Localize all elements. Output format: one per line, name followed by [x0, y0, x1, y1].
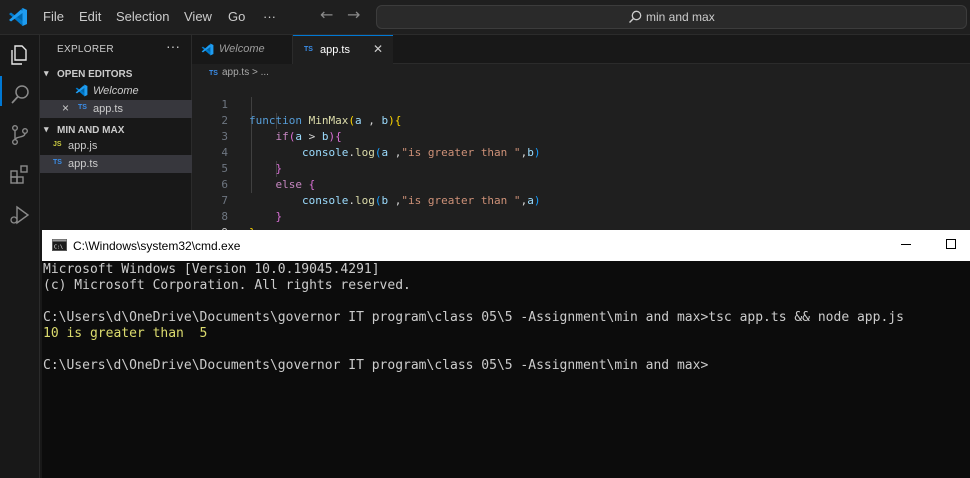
ts-file-icon: TS: [209, 70, 218, 77]
menu-more-icon[interactable]: ···: [263, 9, 276, 24]
menu-view[interactable]: View: [184, 9, 212, 24]
maximize-icon[interactable]: [944, 237, 958, 251]
search-view-icon[interactable]: [8, 83, 32, 107]
activity-bar: [0, 35, 40, 478]
menu-edit[interactable]: Edit: [79, 9, 101, 24]
console-line: C:\Users\d\OneDrive\Documents\governor I…: [43, 310, 904, 325]
open-editors-label: OPEN EDITORS: [57, 69, 133, 80]
more-actions-icon[interactable]: ···: [166, 38, 180, 54]
minimize-icon[interactable]: [899, 237, 913, 251]
editor-tabs: Welcome TS app.ts ✕: [192, 35, 970, 64]
open-editor-app-ts[interactable]: × TS app.ts: [40, 100, 192, 118]
code-line: 7 }: [192, 177, 970, 223]
code-line: 8 }: [192, 193, 970, 239]
menu-go[interactable]: Go: [228, 9, 245, 24]
open-editor-label: Welcome: [93, 85, 139, 97]
search-text: min and max: [646, 10, 715, 24]
open-editor-welcome[interactable]: Welcome: [40, 82, 192, 100]
vscode-icon: [201, 43, 214, 56]
file-app-ts[interactable]: TS app.ts: [40, 155, 192, 173]
extensions-icon[interactable]: [8, 163, 32, 187]
cmd-icon: C:\: [52, 239, 67, 251]
breadcrumb-separator: > ...: [249, 67, 269, 78]
menu-file[interactable]: File: [43, 9, 64, 24]
file-app-js[interactable]: JS app.js: [40, 137, 192, 155]
tab-welcome[interactable]: Welcome: [192, 35, 293, 64]
source-control-icon[interactable]: [8, 123, 32, 147]
ts-file-icon: TS: [78, 104, 87, 111]
vscode-icon: [75, 84, 88, 97]
console-line: (c) Microsoft Corporation. All rights re…: [43, 278, 411, 293]
tab-app-ts[interactable]: TS app.ts ✕: [293, 35, 393, 64]
ts-file-icon: TS: [53, 159, 62, 166]
svg-text:C:\: C:\: [54, 245, 63, 251]
back-arrow-icon[interactable]: ←: [320, 5, 333, 24]
command-center-search[interactable]: min and max: [376, 5, 967, 29]
menu-selection[interactable]: Selection: [116, 9, 169, 24]
cmd-window[interactable]: C:\ C:\Windows\system32\cmd.exe Microsof…: [42, 230, 970, 478]
chevron-down-icon: ▾: [44, 68, 49, 78]
cmd-title-bar[interactable]: C:\ C:\Windows\system32\cmd.exe: [42, 230, 970, 261]
tab-label: app.ts: [320, 44, 350, 56]
code-line: 6 console.log(b ,"is greater than ",a): [192, 161, 970, 207]
js-file-icon: JS: [53, 141, 62, 148]
close-icon[interactable]: ×: [62, 101, 69, 115]
folder-label: MIN AND MAX: [57, 125, 125, 136]
code-line: 5 else {: [192, 145, 970, 191]
explorer-title: EXPLORER: [57, 44, 114, 55]
code-editor[interactable]: TS app.ts > ... 1 function MinMax(a , b){…: [192, 64, 970, 255]
code-line: 1 function MinMax(a , b){: [192, 81, 970, 127]
file-label: app.js: [68, 140, 98, 152]
close-icon[interactable]: ✕: [373, 42, 383, 56]
code-line: 2 if(a > b){: [192, 97, 970, 143]
ts-file-icon: TS: [304, 46, 313, 53]
file-label: app.ts: [68, 158, 98, 170]
console-line: 10 is greater than 5: [43, 326, 208, 341]
tab-label: Welcome: [219, 43, 265, 55]
explorer-icon[interactable]: [8, 43, 32, 67]
code-line: 3 console.log(a ,"is greater than ",b): [192, 113, 970, 159]
console-prompt[interactable]: C:\Users\d\OneDrive\Documents\governor I…: [43, 358, 708, 374]
open-editor-label: app.ts: [93, 103, 123, 115]
vscode-logo-icon: [9, 8, 27, 26]
forward-arrow-icon[interactable]: →: [347, 5, 360, 24]
run-debug-icon[interactable]: [8, 203, 32, 227]
title-bar: File Edit Selection View Go ··· ← → min …: [0, 0, 970, 35]
chevron-down-icon: ▾: [44, 124, 49, 134]
breadcrumb-file[interactable]: app.ts: [222, 67, 249, 78]
code-line: 4 }: [192, 129, 970, 175]
cmd-title: C:\Windows\system32\cmd.exe: [73, 239, 241, 253]
search-icon: [629, 10, 642, 23]
breadcrumb[interactable]: TS app.ts > ...: [209, 67, 269, 78]
code-line: 9 MinMax(5 , 10): [192, 209, 970, 255]
active-indicator: [0, 76, 2, 106]
console-line: Microsoft Windows [Version 10.0.19045.42…: [43, 262, 380, 277]
